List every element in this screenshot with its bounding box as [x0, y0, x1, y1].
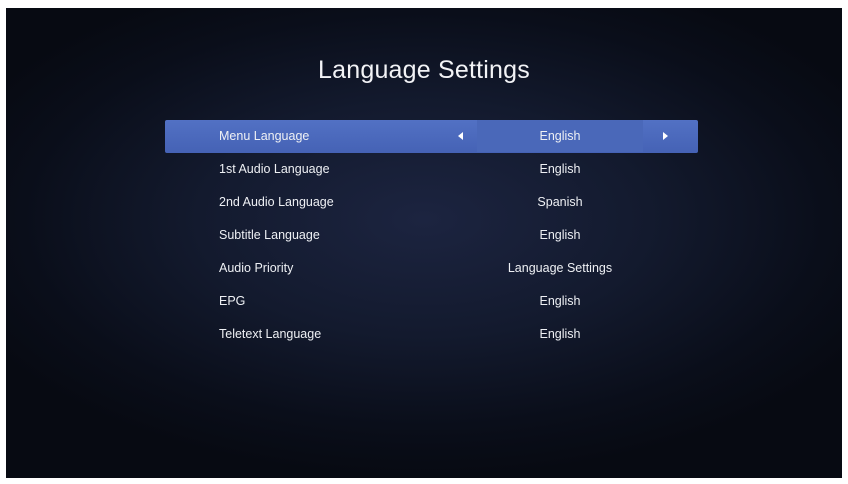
menu-row-value: English	[539, 162, 581, 176]
menu-row-epg[interactable]: EPG English	[165, 285, 698, 318]
menu-row-1st-audio-language[interactable]: 1st Audio Language English	[165, 153, 698, 186]
menu-row-label: Teletext Language	[219, 327, 322, 341]
tv-screen: Language Settings Menu Language English …	[6, 8, 842, 478]
menu-row-label: Menu Language	[219, 129, 310, 143]
menu-row-audio-priority[interactable]: Audio Priority Language Settings	[165, 252, 698, 285]
menu-row-menu-language[interactable]: Menu Language English	[165, 120, 698, 153]
menu-row-label: 2nd Audio Language	[219, 195, 334, 209]
menu-row-label: Subtitle Language	[219, 228, 320, 242]
menu-row-value: English	[539, 327, 581, 341]
menu-row-label: EPG	[219, 294, 246, 308]
page-title: Language Settings	[318, 56, 530, 84]
menu-row-value: Language Settings	[507, 261, 613, 275]
menu-row-2nd-audio-language[interactable]: 2nd Audio Language Spanish	[165, 186, 698, 219]
menu-row-value: English	[539, 129, 581, 143]
menu-row-value: Spanish	[537, 195, 583, 209]
menu-row-label: 1st Audio Language	[219, 162, 330, 176]
menu-row-value: English	[539, 294, 581, 308]
menu-row-subtitle-language[interactable]: Subtitle Language English	[165, 219, 698, 252]
menu-row-teletext-language[interactable]: Teletext Language English	[165, 318, 698, 351]
settings-menu: Menu Language English 1st Audio Language…	[165, 120, 698, 351]
triangle-right-icon[interactable]	[663, 132, 668, 140]
menu-row-value: English	[539, 228, 581, 242]
triangle-left-icon[interactable]	[458, 132, 463, 140]
menu-row-label: Audio Priority	[219, 261, 294, 275]
